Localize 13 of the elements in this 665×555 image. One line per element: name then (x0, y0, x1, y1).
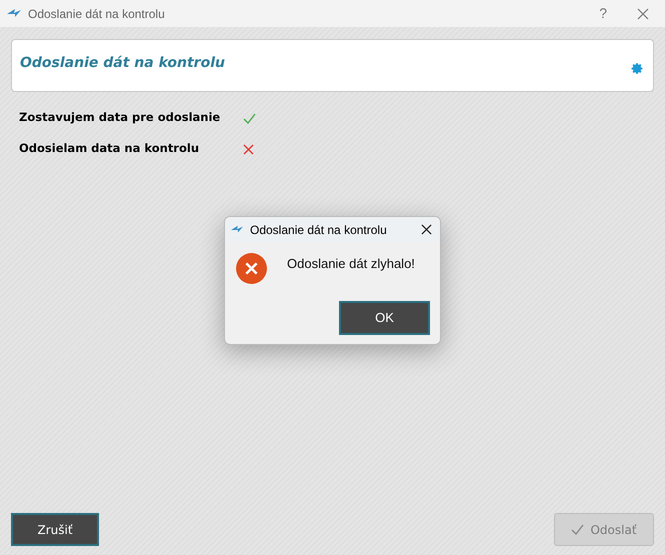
step-label: Zostavujem data pre odoslanie (19, 109, 222, 126)
ok-button[interactable]: OK (339, 301, 430, 335)
header-title: Odoslanie dát na kontrolu (20, 54, 225, 73)
dialog-title: Odoslanie dát na kontrolu (250, 222, 387, 238)
help-button[interactable]: ? (599, 3, 607, 24)
error-icon (235, 252, 268, 285)
error-message: Odoslanie dát zlyhalo! (287, 255, 415, 273)
settings-icon[interactable] (631, 62, 644, 75)
cancel-button[interactable]: Zrušiť (11, 513, 99, 546)
close-icon[interactable] (421, 224, 432, 235)
check-icon (571, 524, 584, 535)
window-title: Odoslanie dát na kontrolu (28, 6, 165, 22)
step-label: Odosielam data na kontrolu (19, 140, 200, 158)
